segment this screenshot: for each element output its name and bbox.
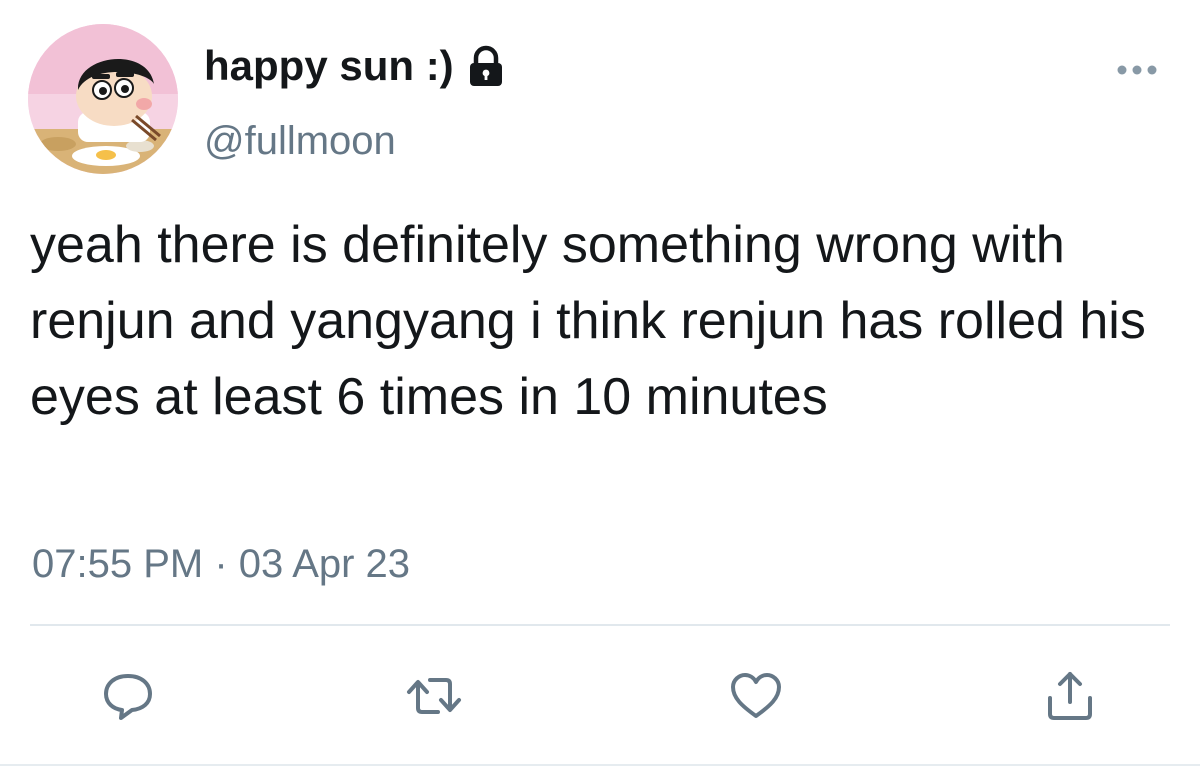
share-icon <box>1042 668 1098 729</box>
display-name-row: happy sun :) <box>204 40 508 92</box>
divider <box>30 624 1170 626</box>
avatar-image <box>28 24 178 174</box>
more-icon[interactable] <box>1112 58 1162 82</box>
like-icon <box>728 668 784 729</box>
timestamp[interactable]: 07:55 PM · 03 Apr 23 <box>32 536 410 592</box>
bottom-divider <box>0 764 1200 766</box>
reply-button[interactable] <box>98 668 158 728</box>
timestamp-separator: · <box>214 542 228 586</box>
reply-icon <box>100 668 156 729</box>
tweet-time: 07:55 PM <box>32 542 204 586</box>
avatar[interactable] <box>28 24 178 174</box>
like-button[interactable] <box>726 668 786 728</box>
tweet-date: 03 Apr 23 <box>238 542 411 586</box>
handle[interactable]: @fullmoon <box>204 116 396 166</box>
display-name[interactable]: happy sun :) <box>204 40 454 92</box>
share-button[interactable] <box>1040 668 1100 728</box>
retweet-icon <box>404 668 464 729</box>
retweet-button[interactable] <box>404 668 464 728</box>
tweet-text: yeah there is definitely something wrong… <box>30 216 1146 426</box>
lock-icon <box>464 44 508 88</box>
